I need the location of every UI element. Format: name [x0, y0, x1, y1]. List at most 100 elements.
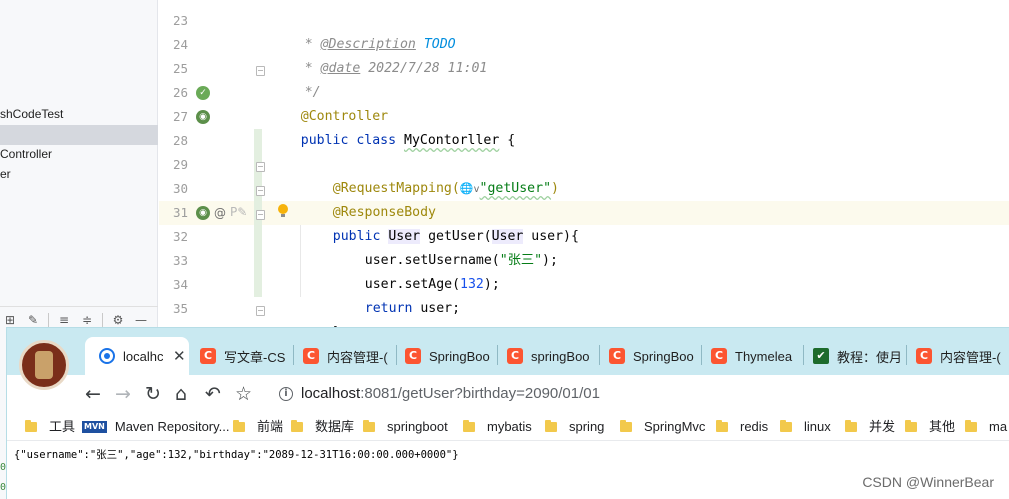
reload-icon[interactable]: ↻ — [145, 384, 161, 404]
globe-icon: 🌐 — [459, 182, 474, 195]
tab[interactable]: C 写文章-CS — [200, 337, 292, 375]
line-number: 35 — [172, 301, 188, 316]
tab-label: 写文章-CS — [224, 349, 286, 365]
tab-strip: localhc ✕ C 写文章-CS C 内容管理-( C SpringBoo … — [7, 328, 1009, 375]
forward-arrow-icon[interactable]: → — [115, 384, 131, 404]
line-number: 23 — [172, 13, 188, 28]
edge-mark: 0 — [0, 482, 7, 493]
line-number: 33 — [172, 253, 188, 268]
undo-icon[interactable]: ↶ — [205, 384, 221, 404]
home-icon[interactable]: ⌂ — [175, 384, 187, 404]
back-arrow-icon[interactable]: ← — [85, 384, 101, 404]
tab[interactable]: C Thymelea — [711, 337, 801, 375]
fold-marker-icon[interactable] — [256, 66, 265, 76]
line-number: 26 — [172, 85, 188, 100]
line-number: 25 — [172, 61, 188, 76]
browser-window: localhc ✕ C 写文章-CS C 内容管理-( C SpringBoo … — [7, 328, 1009, 499]
bookmark-folder[interactable]: redis — [716, 417, 768, 437]
fold-marker-icon[interactable] — [256, 162, 265, 172]
json-response: {"username":"张三","age":132,"birthday":"2… — [14, 449, 459, 461]
tab[interactable]: C 内容管理-( — [303, 337, 395, 375]
line-number: 30 — [172, 181, 188, 196]
folder-icon — [363, 420, 375, 432]
expand-icon[interactable]: ⊞ — [2, 313, 18, 327]
comment-text: 2022/7/28 11:01 — [360, 61, 488, 76]
folder-icon — [965, 420, 977, 432]
folder-icon — [845, 420, 857, 432]
project-item[interactable]: Controller — [0, 147, 52, 161]
bookmark-folder[interactable]: linux — [780, 417, 831, 437]
address-bar[interactable]: localhost:8081/getUser?birthday=2090/01/… — [301, 384, 600, 404]
code-line-25: */ — [265, 57, 321, 100]
endpoint-icon[interactable]: ◉ — [196, 206, 210, 220]
gear-icon[interactable]: ⚙ — [110, 313, 126, 327]
star-icon[interactable]: ☆ — [235, 384, 252, 404]
bookmark-folder[interactable]: 并发 — [845, 417, 895, 437]
code-line-32: user.setUsername("张三"); — [333, 225, 558, 268]
expand-all-icon[interactable]: ≑ — [79, 313, 95, 327]
project-item[interactable]: er — [0, 167, 11, 181]
keyword: public class — [300, 133, 397, 148]
bookmark-folder[interactable]: SpringMvc — [620, 417, 705, 437]
minimize-icon[interactable]: — — [133, 313, 149, 327]
code-line-31: public User getUser(User user){ — [301, 201, 579, 244]
tab[interactable]: C SpringBoo — [405, 337, 495, 375]
tab[interactable]: ✔ 教程：使月 — [813, 337, 905, 375]
url-path: :8081/getUser?birthday=2090/01/01 — [360, 385, 600, 402]
code-text: ); — [483, 277, 500, 292]
code-line-26: @Controller — [269, 81, 388, 124]
csdn-icon: C — [916, 348, 932, 364]
line-number: 28 — [172, 133, 188, 148]
line-number: 24 — [172, 37, 188, 52]
tab[interactable]: C springBoo — [507, 337, 597, 375]
tab-divider — [599, 345, 600, 365]
bookmark-folder[interactable]: ma — [965, 417, 1007, 437]
collapse-all-icon[interactable]: ≡ — [56, 313, 72, 327]
tab-divider — [701, 345, 702, 365]
bookmark-link[interactable]: MVN Maven Repository... — [82, 417, 230, 437]
tab-active[interactable]: localhc ✕ — [85, 337, 189, 375]
bookmark-folder[interactable]: springboot — [363, 417, 448, 437]
info-icon[interactable]: i — [279, 387, 293, 401]
folder-icon — [291, 420, 303, 432]
bookmark-label: SpringMvc — [644, 419, 706, 434]
tab-label: 内容管理-( — [940, 349, 1001, 365]
bookmark-folder[interactable]: mybatis — [463, 417, 532, 437]
line-number: 29 — [172, 157, 188, 172]
bookmark-label: 并发 — [869, 419, 896, 434]
checkmark-icon: ✔ — [813, 348, 829, 364]
string-literal: "getUser" — [479, 181, 552, 196]
code-editor[interactable]: * @Description TODO * @date 2022/7/28 11… — [265, 0, 1009, 340]
profile-avatar[interactable] — [19, 340, 69, 390]
tab-divider — [906, 345, 907, 365]
tab-label: 内容管理-( — [327, 349, 388, 365]
line-number: 31 — [172, 205, 188, 220]
close-icon[interactable]: ✕ — [173, 347, 186, 365]
edit-icon[interactable]: ✎ — [25, 313, 41, 327]
tab[interactable]: C SpringBoo — [609, 337, 699, 375]
bookmark-folder[interactable]: 工具 — [25, 417, 75, 437]
fold-marker-icon[interactable] — [256, 210, 265, 220]
project-item[interactable]: shCodeTest — [0, 107, 63, 121]
bookmark-folder[interactable]: 前端 — [233, 417, 283, 437]
line-number: 27 — [172, 109, 188, 124]
bookmark-folder[interactable]: spring — [545, 417, 604, 437]
toolbar-divider — [102, 312, 103, 327]
fold-marker-icon[interactable] — [256, 306, 265, 316]
bookmark-folder[interactable]: 数据库 — [291, 417, 354, 437]
watermark: CSDN @WinnerBear — [862, 474, 994, 490]
annotation-close: ) — [551, 181, 559, 196]
bookmark-folder[interactable]: 其他 — [905, 417, 955, 437]
code-text: ); — [542, 253, 558, 268]
spring-bean-icon[interactable]: ✓ — [196, 86, 210, 100]
globe-icon — [99, 348, 115, 364]
tab[interactable]: C 内容管理-( — [916, 337, 1009, 375]
project-item-selected[interactable] — [0, 125, 158, 145]
bookmark-label: Maven Repository... — [114, 419, 230, 434]
toolbar-divider — [48, 312, 49, 327]
fold-marker-icon[interactable] — [256, 186, 265, 196]
line-number: 34 — [172, 277, 188, 292]
override-icon[interactable]: P✎ — [230, 205, 247, 219]
spring-web-icon[interactable]: ◉ — [196, 110, 210, 124]
at-sign-icon[interactable]: @ — [214, 206, 226, 220]
